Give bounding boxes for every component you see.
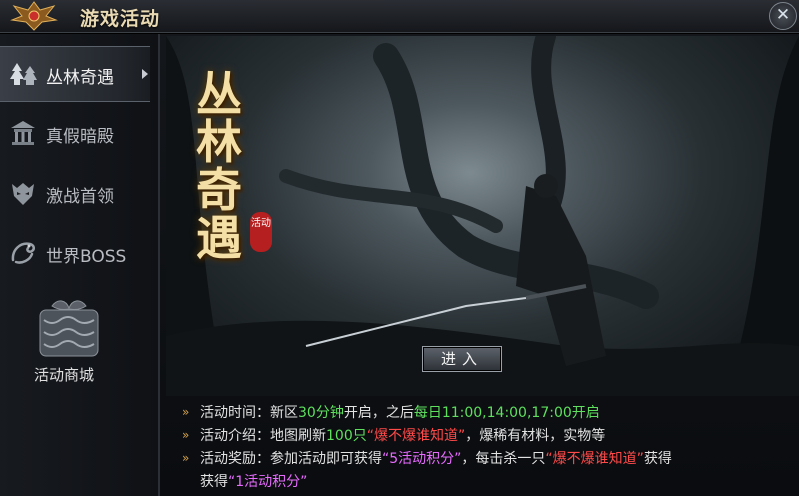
dragon-icon: [11, 242, 35, 264]
sidebar-item-label: 激战首领: [46, 187, 114, 207]
double-chevron-icon: »: [182, 428, 190, 442]
event-info: » 活动时间：新区30分钟开启，之后每日11:00,14:00,17:00开启 …: [182, 402, 792, 494]
activity-shop-button[interactable]: 活动商城: [20, 296, 130, 416]
sidebar-item-boss-battle[interactable]: 激战首领: [0, 166, 150, 220]
enter-button[interactable]: 进入: [422, 346, 502, 372]
double-chevron-icon: »: [182, 451, 190, 465]
sidebar-item-world-boss[interactable]: 世界BOSS: [0, 226, 150, 280]
info-row-reward: » 活动奖励：参加活动即可获得“5活动积分”，每击杀一只“爆不爆谁知道”获得: [182, 451, 672, 467]
sidebar: 丛林奇遇 真假暗殿 激战首领 世界BOSS 活动商城: [0, 34, 160, 496]
info-row-reward-cont: 获得“1活动积分”: [200, 474, 308, 490]
reward-label: 活动奖励：: [200, 451, 270, 467]
close-icon[interactable]: ✕: [769, 2, 797, 30]
sidebar-item-label: 丛林奇遇: [46, 68, 114, 88]
double-chevron-icon: »: [182, 405, 190, 419]
temple-icon: [11, 121, 35, 145]
title-bar: 游戏活动 ✕: [0, 0, 799, 33]
forest-icon: [10, 63, 37, 85]
event-badge: 活动: [250, 212, 272, 252]
intro-label: 活动介绍：: [200, 428, 270, 444]
gift-box-icon: [39, 300, 99, 357]
demon-mask-icon: [12, 183, 34, 205]
winged-emblem-icon: [10, 1, 58, 31]
sidebar-item-jungle-encounter[interactable]: 丛林奇遇: [0, 46, 150, 102]
sidebar-item-label: 世界BOSS: [46, 247, 127, 267]
info-row-time: » 活动时间：新区30分钟开启，之后每日11:00,14:00,17:00开启: [182, 405, 600, 421]
active-arrow-icon: [142, 69, 148, 79]
time-label: 活动时间：: [200, 405, 270, 421]
sidebar-item-true-false-hall[interactable]: 真假暗殿: [0, 106, 150, 160]
sidebar-item-label: 真假暗殿: [46, 127, 114, 147]
info-row-intro: » 活动介绍：地图刷新100只“爆不爆谁知道”，爆稀有材料，实物等: [182, 428, 606, 444]
activity-window: 游戏活动 ✕ 丛林奇遇 真假暗殿 激战首领 世界BOSS 活动商城 丛林奇遇 活…: [0, 0, 799, 496]
shop-label: 活动商城: [34, 366, 95, 384]
window-title: 游戏活动: [80, 8, 161, 30]
